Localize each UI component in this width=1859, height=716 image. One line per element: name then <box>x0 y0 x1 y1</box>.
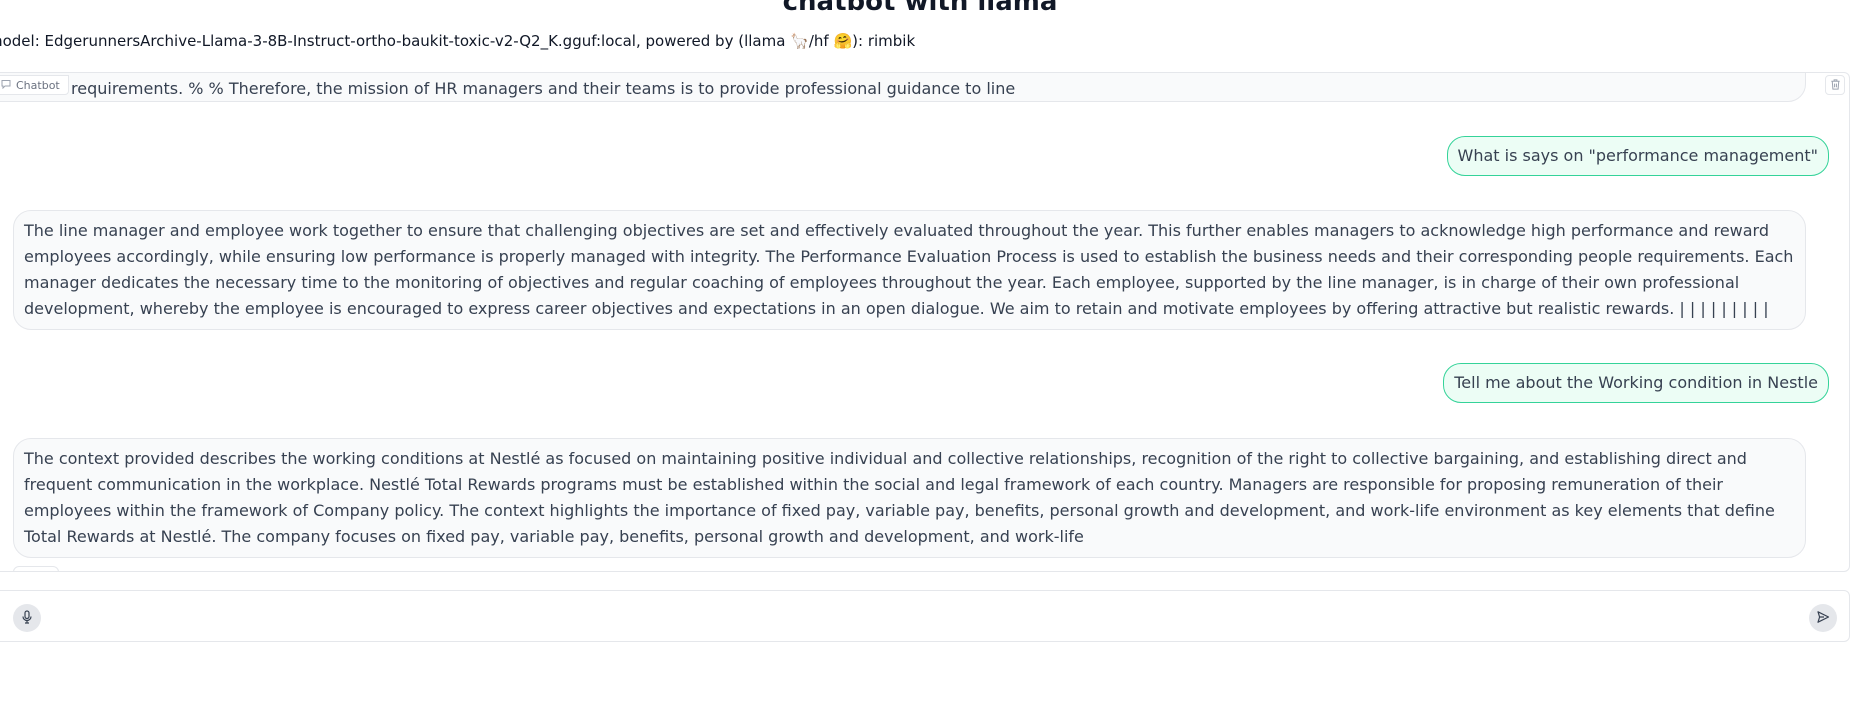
microphone-icon <box>20 609 34 628</box>
clear-chat-button[interactable] <box>1825 75 1845 95</box>
chatbot-label: Chatbot <box>0 75 69 95</box>
bot-message: The line manager and employee work toget… <box>13 210 1806 330</box>
app-root: chatbot with llama model: EdgerunnersArc… <box>0 0 1859 716</box>
bot-message: The context provided describes the worki… <box>13 438 1806 558</box>
page-title: chatbot with llama <box>782 0 1058 17</box>
send-button[interactable] <box>1809 604 1837 632</box>
user-message: Tell me about the Working condition in N… <box>1443 363 1829 403</box>
bot-message: requirements. % % Therefore, the mission… <box>0 73 1806 102</box>
trash-icon <box>1829 76 1842 95</box>
chatbot-panel[interactable]: Chatbot requirements. % % Therefore, the… <box>0 72 1850 572</box>
chatbot-label-text: Chatbot <box>16 78 60 92</box>
chat-icon <box>1 79 11 92</box>
message-input[interactable] <box>53 601 1793 633</box>
microphone-button[interactable] <box>13 604 41 632</box>
message-actions[interactable] <box>13 566 59 571</box>
message-input-bar <box>0 590 1850 642</box>
model-info: model: EdgerunnersArchive-Llama-3-8B-Ins… <box>0 32 916 50</box>
user-message: What is says on "performance management" <box>1446 136 1829 176</box>
send-icon <box>1816 609 1830 628</box>
